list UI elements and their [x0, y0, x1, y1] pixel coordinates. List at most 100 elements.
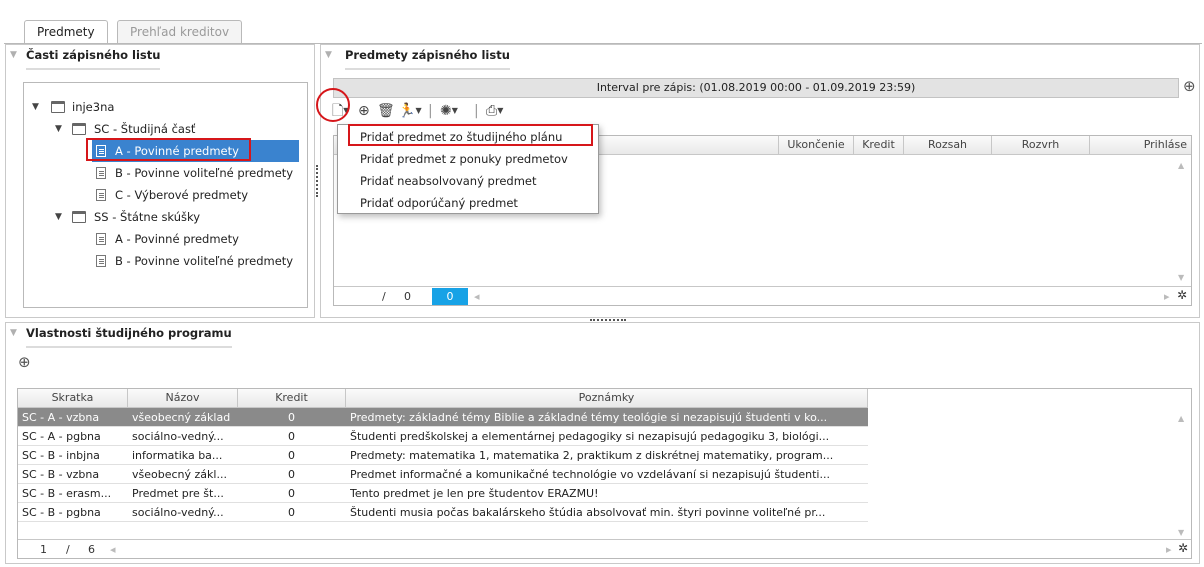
tree-item-ss-b-povinne-volitelne[interactable]: B - Povinne voliteľné predmety [92, 250, 299, 272]
cell-poznamky: Predmety: matematika 1, matematika 2, pr… [350, 449, 834, 462]
expand-icon[interactable]: ▼ [55, 206, 62, 228]
table-row[interactable]: SC - B - vzbna všeobecný zákl... 0 Predm… [18, 465, 868, 484]
scroll-up-icon[interactable]: ▲ [1178, 414, 1184, 423]
horizontal-splitter[interactable] [590, 319, 626, 321]
vertical-scrollbar[interactable]: ▲ ▼ [1174, 155, 1191, 285]
page-separator: / [66, 543, 70, 556]
cell-skratka: SC - B - pgbna [22, 506, 101, 519]
tab-prehlad-kreditov[interactable]: Prehľad kreditov [117, 20, 243, 44]
scroll-left-icon[interactable]: ◂ [474, 288, 480, 305]
document-icon [96, 255, 106, 267]
scroll-left-icon[interactable]: ◂ [110, 541, 116, 558]
scroll-down-icon[interactable]: ▼ [1178, 273, 1184, 282]
page-current[interactable]: 1 [40, 541, 47, 558]
run-button[interactable]: 🏃▼ [398, 100, 422, 122]
table-row[interactable]: SC - A - pgbna sociálno-vedný... 0 Štude… [18, 427, 868, 446]
cell-nazov: Predmet pre št... [132, 487, 224, 500]
print-icon: ⎙ [486, 103, 498, 119]
cell-poznamky: Študenti predškolskej a elementárnej ped… [350, 430, 830, 443]
enrollment-interval: Interval pre zápis: (01.08.2019 00:00 - … [333, 78, 1179, 98]
document-icon [96, 167, 106, 179]
print-button[interactable]: ⎙▼ [486, 100, 503, 122]
left-panel-title: Časti zápisného listu [26, 48, 161, 70]
col-kredit[interactable]: Kredit [238, 389, 346, 407]
col-ukoncenie[interactable]: Ukončenie [779, 136, 854, 154]
cell-skratka: SC - B - erasm... [22, 487, 112, 500]
cell-nazov: informatika ba... [132, 449, 223, 462]
cell-kredit: 0 [288, 449, 295, 462]
scroll-down-icon[interactable]: ▼ [1178, 528, 1184, 537]
menu-item-from-offer[interactable]: Pridať predmet z ponuky predmetov [338, 148, 598, 170]
cell-kredit: 0 [288, 487, 295, 500]
gear-icon[interactable]: ✲ [1177, 287, 1187, 304]
tree-item-label: B - Povinne voliteľné predmety [115, 166, 294, 180]
col-poznamky[interactable]: Poznámky [346, 389, 868, 407]
folder-icon [72, 211, 86, 223]
tree-item-label: A - Povinné predmety [115, 232, 239, 246]
tree-item-sc-c-vyberove[interactable]: C - Výberové predmety [92, 184, 299, 206]
tree-item-sc-b-povinne-volitelne[interactable]: B - Povinne voliteľné predmety [92, 162, 299, 184]
page-separator: / [382, 290, 386, 303]
zoom-button[interactable]: ⊕ [358, 100, 370, 122]
collapse-icon[interactable]: ▼ [10, 50, 17, 60]
cell-poznamky: Predmety: základné témy Biblie a základn… [350, 411, 828, 424]
collapse-icon[interactable]: ▼ [10, 328, 17, 338]
page-total: 6 [88, 543, 95, 556]
collapse-icon[interactable]: ▼ [325, 50, 332, 60]
cell-poznamky: Študenti musia počas bakalárskeho štúdia… [350, 506, 826, 519]
expand-icon[interactable]: ▼ [55, 118, 62, 140]
table-row[interactable]: SC - B - inbjna informatika ba... 0 Pred… [18, 446, 868, 465]
menu-item-recommended[interactable]: Pridať odporúčaný predmet [338, 192, 598, 214]
cell-kredit: 0 [288, 506, 295, 519]
cell-kredit: 0 [288, 430, 295, 443]
scroll-right-icon[interactable]: ▸ [1164, 288, 1170, 305]
scroll-up-icon[interactable]: ▲ [1178, 161, 1184, 170]
tree-item-ss[interactable]: ▼ SS - Štátne skúšky [32, 206, 302, 228]
folder-icon [72, 123, 86, 135]
cell-nazov: všeobecný zákl... [132, 468, 227, 481]
col-rozvrh[interactable]: Rozvrh [992, 136, 1090, 154]
settings-button[interactable]: ✺▼ [440, 100, 458, 122]
left-panel-header: ▼ Časti zápisného listu [6, 45, 314, 71]
cell-poznamky: Tento predmet je len pre študentov ERAZM… [350, 487, 599, 500]
col-kredit[interactable]: Kredit [854, 136, 904, 154]
col-nazov[interactable]: Názov [128, 389, 238, 407]
col-rozsah[interactable]: Rozsah [904, 136, 992, 154]
folder-icon [51, 101, 65, 113]
table-row[interactable]: SC - B - pgbna sociálno-vedný... 0 Štude… [18, 503, 868, 522]
table-row[interactable]: SC - A - vzbna všeobecný základ 0 Predme… [18, 408, 868, 427]
delete-button[interactable]: 🗑 [377, 100, 395, 122]
vertical-splitter[interactable] [316, 165, 319, 197]
toolbar-separator: | [474, 103, 479, 119]
scroll-right-icon[interactable]: ▸ [1166, 541, 1172, 558]
table-row[interactable]: SC - B - erasm... Predmet pre št... 0 Te… [18, 484, 868, 503]
menu-item-unpassed[interactable]: Pridať neabsolvovaný predmet [338, 170, 598, 192]
new-button-highlight [316, 88, 350, 122]
cell-skratka: SC - A - pgbna [22, 430, 101, 443]
document-icon [96, 233, 106, 245]
col-prihlase[interactable]: Prihláse [1090, 136, 1191, 154]
right-panel-title: Predmety zápisného listu [345, 48, 510, 70]
page-current[interactable]: 0 [432, 288, 468, 305]
vertical-scrollbar[interactable]: ▲ ▼ [1174, 408, 1191, 538]
gear-icon[interactable]: ✲ [1178, 540, 1188, 557]
cell-nazov: sociálno-vedný... [132, 506, 224, 519]
tree-item-inje3na[interactable]: ▼ inje3na [32, 96, 302, 118]
toolbar-separator: | [428, 103, 433, 119]
chevron-down-icon: ▼ [451, 106, 458, 115]
zoom-in-icon[interactable]: ⊕ [1183, 77, 1196, 95]
tab-predmety[interactable]: Predmety [24, 20, 108, 45]
grid-footer: / 0 0 ◂ ▸ ✲ [334, 286, 1191, 305]
cell-poznamky: Predmet informačné a komunikačné technol… [350, 468, 830, 481]
cell-nazov: všeobecný základ [132, 411, 231, 424]
expand-icon[interactable]: ▼ [32, 96, 39, 118]
zoom-in-icon[interactable]: ⊕ [18, 353, 31, 371]
col-skratka[interactable]: Skratka [18, 389, 128, 407]
cell-kredit: 0 [288, 468, 295, 481]
trash-icon: 🗑 [377, 103, 395, 119]
chevron-down-icon: ▼ [415, 106, 422, 115]
tree-item-label: inje3na [72, 100, 115, 114]
tree-item-ss-a-povinne[interactable]: A - Povinné predmety [92, 228, 299, 250]
selection-highlight [86, 138, 251, 161]
tree-item-sc[interactable]: ▼ SC - Študijná časť [32, 118, 302, 140]
